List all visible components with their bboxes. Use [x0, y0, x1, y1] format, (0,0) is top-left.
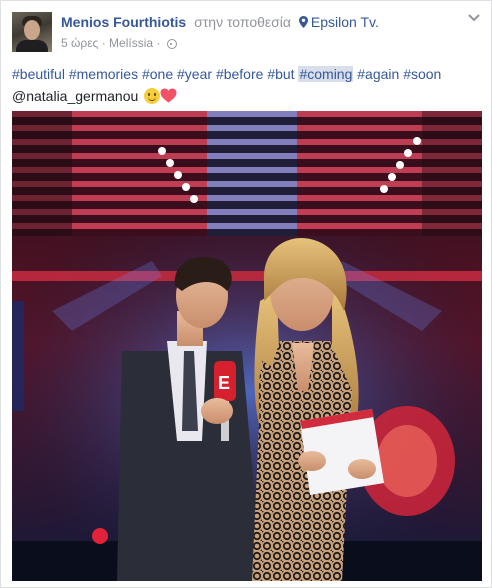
tv-studio-hosts-photo: E — [12, 111, 482, 581]
location-link[interactable]: Epsilon Tv. — [298, 14, 379, 30]
hashtag-link-highlighted[interactable]: #coming — [298, 66, 354, 82]
mention-link[interactable]: @natalia_germanou — [12, 88, 138, 104]
location-verb: στην τοποθεσία — [194, 14, 291, 30]
hashtag-link[interactable]: #but — [267, 66, 294, 82]
chevron-down-icon[interactable] — [467, 13, 481, 23]
hashtag-link[interactable]: #before — [216, 66, 263, 82]
post-photo[interactable]: E — [12, 111, 482, 581]
post-text: #beutiful #memories #one #year #before #… — [12, 63, 482, 107]
hashtag-link[interactable]: #soon — [403, 66, 441, 82]
author-name-link[interactable]: Menios Fourthiotis — [61, 14, 186, 30]
post-timestamp[interactable]: 5 ώρες — [61, 36, 98, 50]
hashtag-link[interactable]: #one — [142, 66, 173, 82]
globe-icon[interactable] — [166, 39, 177, 49]
meta-separator: · — [101, 36, 106, 50]
hashtag-link[interactable]: #beutiful — [12, 66, 65, 82]
meta-separator-2: · — [156, 36, 161, 50]
post-card: Menios Fourthiotis στην τοποθεσία Epsilo… — [0, 0, 492, 588]
post-header: Menios Fourthiotis στην τοποθεσία Epsilo… — [61, 14, 379, 30]
post-meta: 5 ώρες · Melíssia · — [61, 36, 177, 50]
hashtag-link[interactable]: #again — [357, 66, 399, 82]
heart-emoji-icon — [160, 88, 177, 103]
location-name: Epsilon Tv. — [310, 14, 379, 30]
smile-emoji-icon — [144, 88, 161, 104]
place-tag[interactable]: Melíssia — [109, 36, 153, 50]
svg-text:E: E — [218, 373, 230, 393]
author-avatar[interactable] — [12, 12, 52, 52]
map-pin-icon — [298, 16, 308, 28]
hashtag-link[interactable]: #year — [177, 66, 212, 82]
hashtag-link[interactable]: #memories — [69, 66, 138, 82]
